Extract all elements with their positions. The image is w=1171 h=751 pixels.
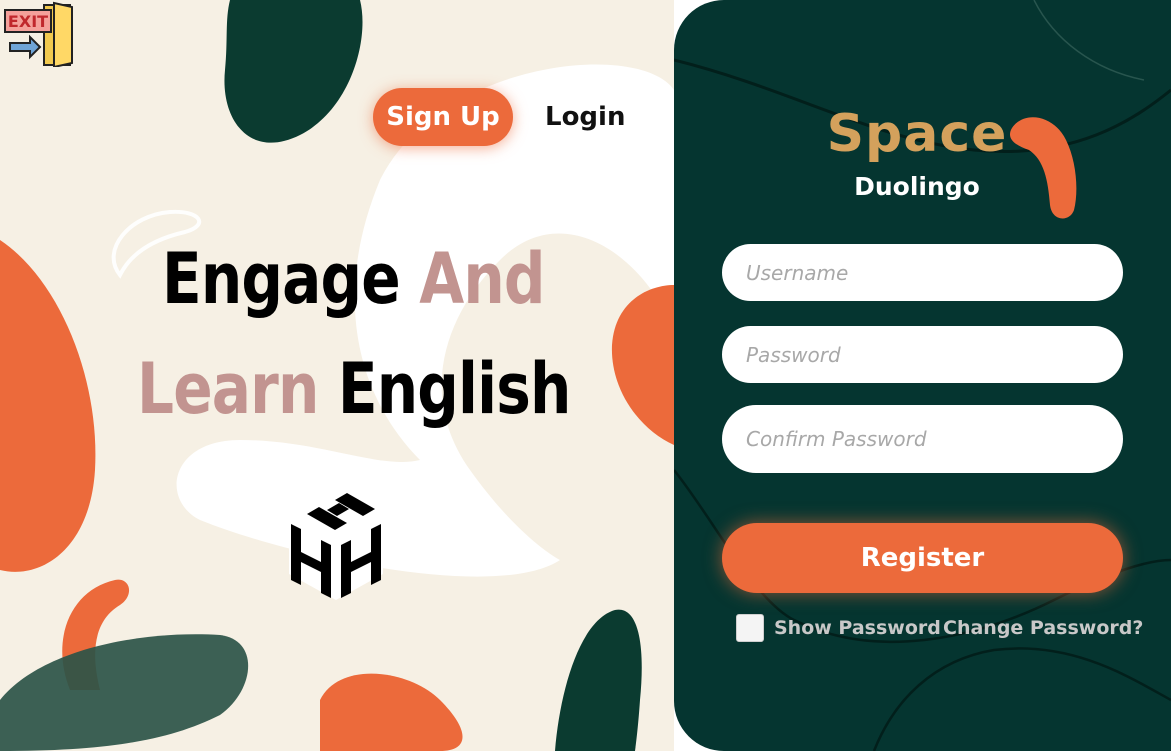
headline-word-english: English (337, 348, 571, 430)
headline-line-1: Engage And (162, 238, 546, 320)
top-nav: Sign Up Login (373, 88, 625, 146)
exit-button[interactable]: EXIT (4, 1, 74, 69)
register-panel: Space Duolingo Register Show Password Ch… (674, 0, 1171, 751)
register-button[interactable]: Register (722, 523, 1123, 593)
headline-word-learn: Learn (137, 348, 319, 430)
password-input[interactable] (722, 326, 1123, 383)
headline-word-engage: Engage (162, 238, 401, 320)
exit-door-icon: EXIT (4, 1, 73, 69)
username-input[interactable] (722, 244, 1123, 301)
headline-word-and: And (419, 238, 545, 320)
show-password-checkbox[interactable] (736, 614, 764, 642)
show-password-label[interactable]: Show Password (774, 617, 941, 639)
exit-label: EXIT (8, 12, 48, 31)
hhh-cube-logo-icon (289, 492, 383, 600)
brand-subtitle: Duolingo (854, 172, 980, 201)
login-link[interactable]: Login (545, 102, 625, 132)
signup-button[interactable]: Sign Up (373, 88, 513, 146)
brand-title: Space (826, 104, 1008, 164)
welcome-panel: EXIT Sign Up Login Engage And Learn Engl… (0, 0, 674, 751)
confirm-password-input[interactable] (722, 405, 1123, 473)
headline-line-2: Learn English (137, 348, 571, 430)
change-password-link[interactable]: Change Password? (943, 617, 1143, 639)
